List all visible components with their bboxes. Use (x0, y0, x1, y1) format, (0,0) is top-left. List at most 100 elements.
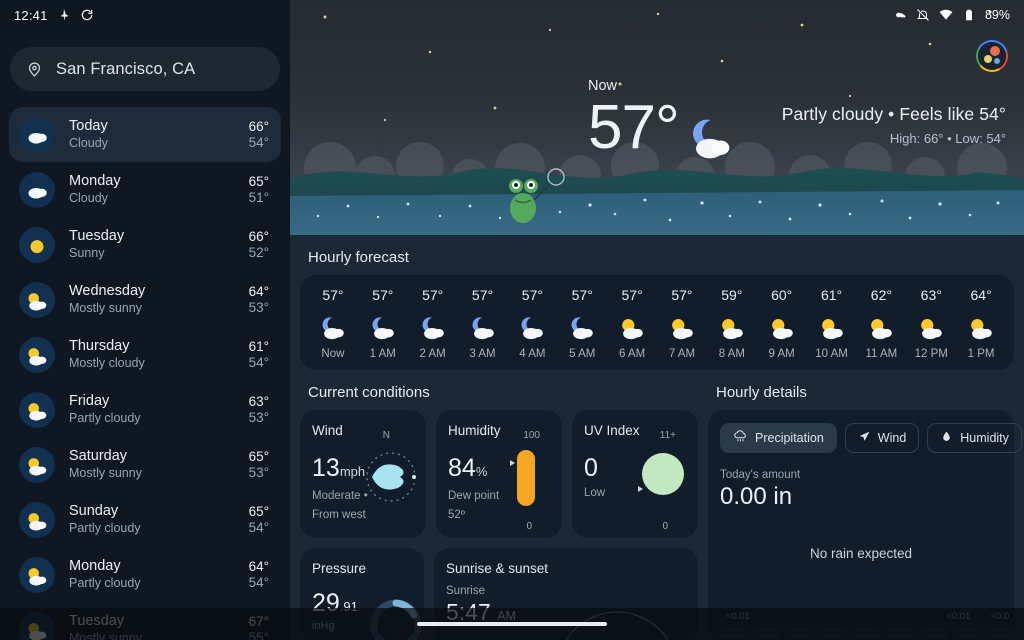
hour-cell-12[interactable]: 63° 12 PM (906, 287, 956, 360)
humidity-unit: % (475, 464, 488, 479)
hour-cell-9[interactable]: 60° 9 AM (757, 287, 807, 360)
hour-time: Now (321, 348, 345, 360)
day-condition: Sunny (69, 246, 105, 260)
hour-cell-10[interactable]: 61° 10 AM (807, 287, 857, 360)
day-low: 53° (248, 300, 269, 315)
day-row-monday-1[interactable]: Monday Cloudy 65° 51° (9, 162, 281, 217)
hour-temp: 57° (322, 287, 344, 303)
day-cloudy-icon (916, 312, 946, 342)
hour-time: 8 AM (718, 348, 745, 360)
location-search-value: San Francisco, CA (56, 59, 196, 78)
gesture-navigation-bar[interactable] (0, 608, 1024, 640)
day-cloudy-icon (966, 312, 996, 342)
content-scroll-area[interactable]: Hourly forecast 57° Now 57° 1 AM 57° 2 AM 57° 3… (290, 235, 1024, 640)
day-temperatures: 64° 53° (249, 283, 269, 316)
day-high: 66° (248, 229, 269, 244)
hour-time: 10 AM (815, 348, 848, 360)
status-bar: 12:41 (0, 0, 290, 30)
location-pin-icon (28, 62, 41, 77)
hour-cell-1[interactable]: 57° 1 AM (358, 287, 408, 360)
day-low: 53° (248, 465, 269, 480)
day-condition: Cloudy (69, 136, 108, 150)
hour-cell-7[interactable]: 57° 7 AM (657, 287, 707, 360)
hour-cell-11[interactable]: 62° 11 AM (856, 287, 906, 360)
daily-forecast-list: Today Cloudy 66° 54° Monday Cloudy 65° 51° Tuesd… (0, 107, 290, 640)
day-cloudy-icon (617, 312, 647, 342)
sidebar: 12:41 San Francisco, CA Today Cloudy 66° 54… (0, 0, 290, 640)
day-low: 52° (248, 245, 269, 260)
tab-label: Wind (877, 431, 907, 445)
humidity-scale-top: 100 (523, 430, 540, 441)
day-low: 54° (248, 135, 269, 150)
wind-compass-icon (366, 452, 416, 502)
day-name: Wednesday (69, 283, 146, 299)
hour-cell-3[interactable]: 57° 3 AM (458, 287, 508, 360)
hour-time: 2 AM (419, 348, 446, 360)
tab-humidity[interactable]: Humidity (927, 423, 1022, 453)
wind-compass-north-label: N (382, 430, 390, 441)
hour-temp: 59° (721, 287, 743, 303)
sunrise-label: Sunrise (446, 585, 485, 597)
avatar[interactable] (976, 40, 1008, 72)
hourly-details-card: Precipitation Wind Humidity Today's amount… (708, 410, 1022, 640)
hour-cell-2[interactable]: 57° 2 AM (408, 287, 458, 360)
day-temperatures: 61° 54° (249, 338, 269, 371)
hero-banner: 89% Now 57° Partly cloudy • Feels like 5… (290, 0, 1024, 235)
day-temperatures: 65° 51° (249, 173, 269, 206)
uv-scale-top: 11+ (659, 430, 676, 441)
hour-temp: 62° (870, 287, 892, 303)
day-text: Today Cloudy (69, 118, 249, 151)
day-row-sunday-7[interactable]: Sunday Partly cloudy 65° 54° (9, 492, 281, 547)
day-temperatures: 63° 53° (249, 393, 269, 426)
day-high: 64° (248, 559, 269, 574)
hour-time: 11 AM (865, 348, 898, 360)
conditions-row: Wind 13mph Moderate • From west N Humidi… (300, 410, 698, 538)
day-condition: Cloudy (69, 191, 108, 205)
day-name: Friday (69, 393, 110, 409)
main-panel: 89% Now 57° Partly cloudy • Feels like 5… (290, 0, 1024, 640)
amount-value: 0.00 in (720, 483, 793, 510)
day-row-monday-8[interactable]: Monday Partly cloudy 64° 54° (9, 547, 281, 602)
hour-time: 7 AM (668, 348, 696, 360)
day-name: Monday (69, 173, 121, 189)
tab-label: Humidity (960, 431, 1009, 445)
hour-cell-8[interactable]: 59° 8 AM (707, 287, 757, 360)
hourly-forecast-card[interactable]: 57° Now 57° 1 AM 57° 2 AM 57° 3 AM 57° 4 AM 57° 5 A… (300, 275, 1014, 370)
hour-cell-6[interactable]: 57° 6 AM (607, 287, 657, 360)
home-gesture-pill[interactable] (417, 622, 607, 626)
tab-wind[interactable]: Wind (844, 423, 920, 453)
day-row-today-0[interactable]: Today Cloudy 66° 54° (9, 107, 281, 162)
humidity-card[interactable]: Humidity 84% Dew point 52º 100 0 (436, 410, 562, 538)
hour-cell-0[interactable]: 57° Now (308, 287, 358, 360)
lower-grid: Current conditions Wind 13mph Moderate •… (290, 370, 1024, 640)
humidity-scale-bottom: 0 (526, 521, 532, 532)
day-row-saturday-6[interactable]: Saturday Mostly sunny 65° 53° (9, 437, 281, 492)
hour-cell-4[interactable]: 57° 4 AM (507, 287, 557, 360)
day-text: Thursday Mostly cloudy (69, 338, 249, 371)
uv-number: 0 (584, 454, 598, 482)
condition-line: Partly cloudy • Feels like 54° (781, 104, 1006, 124)
hour-cell-13[interactable]: 64° 1 PM (956, 287, 1006, 360)
hour-time: 12 PM (914, 348, 948, 360)
day-text: Tuesday Sunny (69, 228, 249, 261)
day-row-wednesday-3[interactable]: Wednesday Mostly sunny 64° 53° (9, 272, 281, 327)
day-condition: Partly cloudy (69, 411, 141, 425)
day-row-tuesday-2[interactable]: Tuesday Sunny 66° 52° (9, 217, 281, 272)
pressure-title: Pressure (312, 561, 367, 576)
day-low: 51° (248, 190, 269, 205)
day-high: 63° (248, 394, 269, 409)
day-condition: Partly cloudy (69, 576, 141, 590)
location-search-bar[interactable]: San Francisco, CA (10, 47, 280, 91)
now-temperature: 57° (588, 93, 680, 162)
hour-cell-5[interactable]: 57° 5 AM (557, 287, 607, 360)
day-name: Saturday (69, 448, 128, 464)
hour-temp: 64° (970, 287, 992, 303)
day-row-thursday-4[interactable]: Thursday Mostly cloudy 61° 54° (9, 327, 281, 382)
uv-index-card[interactable]: UV Index 0 Low 11+ 0 (572, 410, 698, 538)
day-name: Today (69, 118, 108, 134)
wind-card[interactable]: Wind 13mph Moderate • From west N (300, 410, 426, 538)
day-row-friday-5[interactable]: Friday Partly cloudy 63° 53° (9, 382, 281, 437)
hourly-forecast-section: Hourly forecast 57° Now 57° 1 AM 57° 2 AM 57° 3… (290, 235, 1024, 370)
day-low: 54° (248, 355, 269, 370)
tab-precipitation[interactable]: Precipitation (720, 423, 837, 453)
